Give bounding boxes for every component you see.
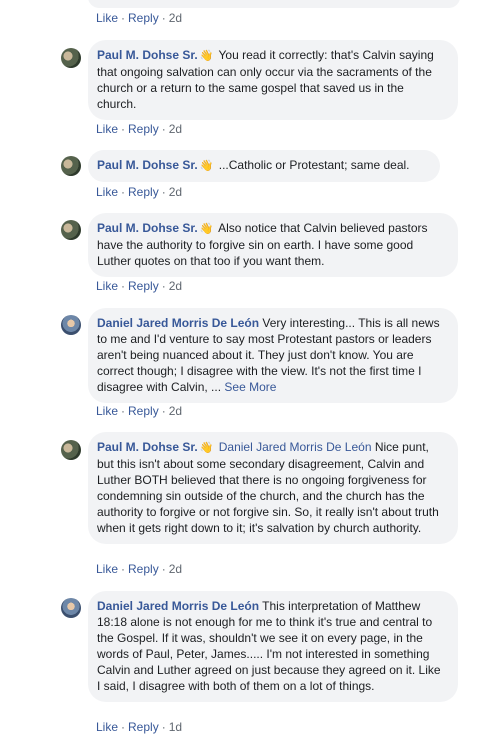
like-link[interactable]: Like xyxy=(96,720,118,734)
separator: · xyxy=(161,562,166,576)
comment-author[interactable]: Daniel Jared Morris De León xyxy=(97,316,259,330)
reply-link[interactable]: Reply xyxy=(128,122,159,136)
mention-link[interactable]: Daniel Jared Morris De León xyxy=(219,440,372,454)
comment-author[interactable]: Paul M. Dohse Sr. xyxy=(97,221,198,235)
comment-actions: Like · Reply · 2d xyxy=(96,185,182,199)
comment-author[interactable]: Paul M. Dohse Sr. xyxy=(97,48,198,62)
timestamp[interactable]: 2d xyxy=(169,185,182,199)
comment-actions: Like · Reply · 2d xyxy=(96,404,182,418)
comment-bubble: Paul M. Dohse Sr. 👋 ...Catholic or Protes… xyxy=(88,150,440,182)
timestamp[interactable]: 2d xyxy=(169,122,182,136)
comment-author[interactable]: Paul M. Dohse Sr. xyxy=(97,440,198,454)
avatar[interactable] xyxy=(61,598,81,618)
separator: · xyxy=(121,562,126,576)
separator: · xyxy=(121,404,126,418)
comment-text: This interpretation of Matthew 18:18 alo… xyxy=(97,599,441,693)
avatar[interactable] xyxy=(61,48,81,68)
like-link[interactable]: Like xyxy=(96,404,118,418)
comment-bubble: Daniel Jared Morris De León This interpr… xyxy=(88,591,458,702)
reply-link[interactable]: Reply xyxy=(128,185,159,199)
reply-link[interactable]: Reply xyxy=(128,279,159,293)
like-link[interactable]: Like xyxy=(96,279,118,293)
separator: · xyxy=(121,720,126,734)
like-link[interactable]: Like xyxy=(96,185,118,199)
comment-author[interactable]: Paul M. Dohse Sr. xyxy=(97,158,198,172)
separator: · xyxy=(161,404,166,418)
previous-comment-bubble xyxy=(88,0,460,8)
comment-text: Nice punt, but this isn't about some sec… xyxy=(97,440,439,535)
comment-author[interactable]: Daniel Jared Morris De León xyxy=(97,599,259,613)
avatar[interactable] xyxy=(61,315,81,335)
timestamp[interactable]: 2d xyxy=(169,11,182,25)
separator: · xyxy=(161,122,166,136)
wave-icon: 👋 xyxy=(199,50,214,62)
timestamp[interactable]: 2d xyxy=(169,562,182,576)
avatar[interactable] xyxy=(61,220,81,240)
comment-bubble: Paul M. Dohse Sr. 👋 Daniel Jared Morris D… xyxy=(88,432,458,544)
comment-bubble: Paul M. Dohse Sr. 👋 You read it correctly… xyxy=(88,40,458,120)
wave-icon: 👋 xyxy=(199,442,214,454)
comment-bubble: Paul M. Dohse Sr. 👋 Also notice that Calv… xyxy=(88,213,458,277)
timestamp[interactable]: 2d xyxy=(169,279,182,293)
separator: · xyxy=(161,11,166,25)
comment-actions: Like · Reply · 2d xyxy=(96,279,182,293)
separator: · xyxy=(161,279,166,293)
avatar[interactable] xyxy=(61,156,81,176)
wave-icon: 👋 xyxy=(199,160,214,172)
comment-text: ...Catholic or Protestant; same deal. xyxy=(215,158,410,172)
like-link[interactable]: Like xyxy=(96,122,118,136)
comment-actions: Like · Reply · 1d xyxy=(96,720,182,734)
see-more-link[interactable]: See More xyxy=(224,380,276,394)
separator: · xyxy=(121,11,126,25)
previous-comment-actions: Like · Reply · 2d xyxy=(96,11,182,25)
comment-actions: Like · Reply · 2d xyxy=(96,562,182,576)
separator: · xyxy=(161,720,166,734)
comment-bubble: Daniel Jared Morris De León Very interes… xyxy=(88,308,458,403)
separator: · xyxy=(121,279,126,293)
comment-actions: Like · Reply · 2d xyxy=(96,122,182,136)
separator: · xyxy=(121,185,126,199)
avatar[interactable] xyxy=(61,440,81,460)
reply-link[interactable]: Reply xyxy=(128,720,159,734)
reply-link[interactable]: Reply xyxy=(128,11,159,25)
reply-link[interactable]: Reply xyxy=(128,562,159,576)
separator: · xyxy=(161,185,166,199)
like-link[interactable]: Like xyxy=(96,562,118,576)
reply-link[interactable]: Reply xyxy=(128,404,159,418)
wave-icon: 👋 xyxy=(199,223,214,235)
timestamp[interactable]: 2d xyxy=(169,404,182,418)
timestamp[interactable]: 1d xyxy=(169,720,182,734)
separator: · xyxy=(121,122,126,136)
like-link[interactable]: Like xyxy=(96,11,118,25)
